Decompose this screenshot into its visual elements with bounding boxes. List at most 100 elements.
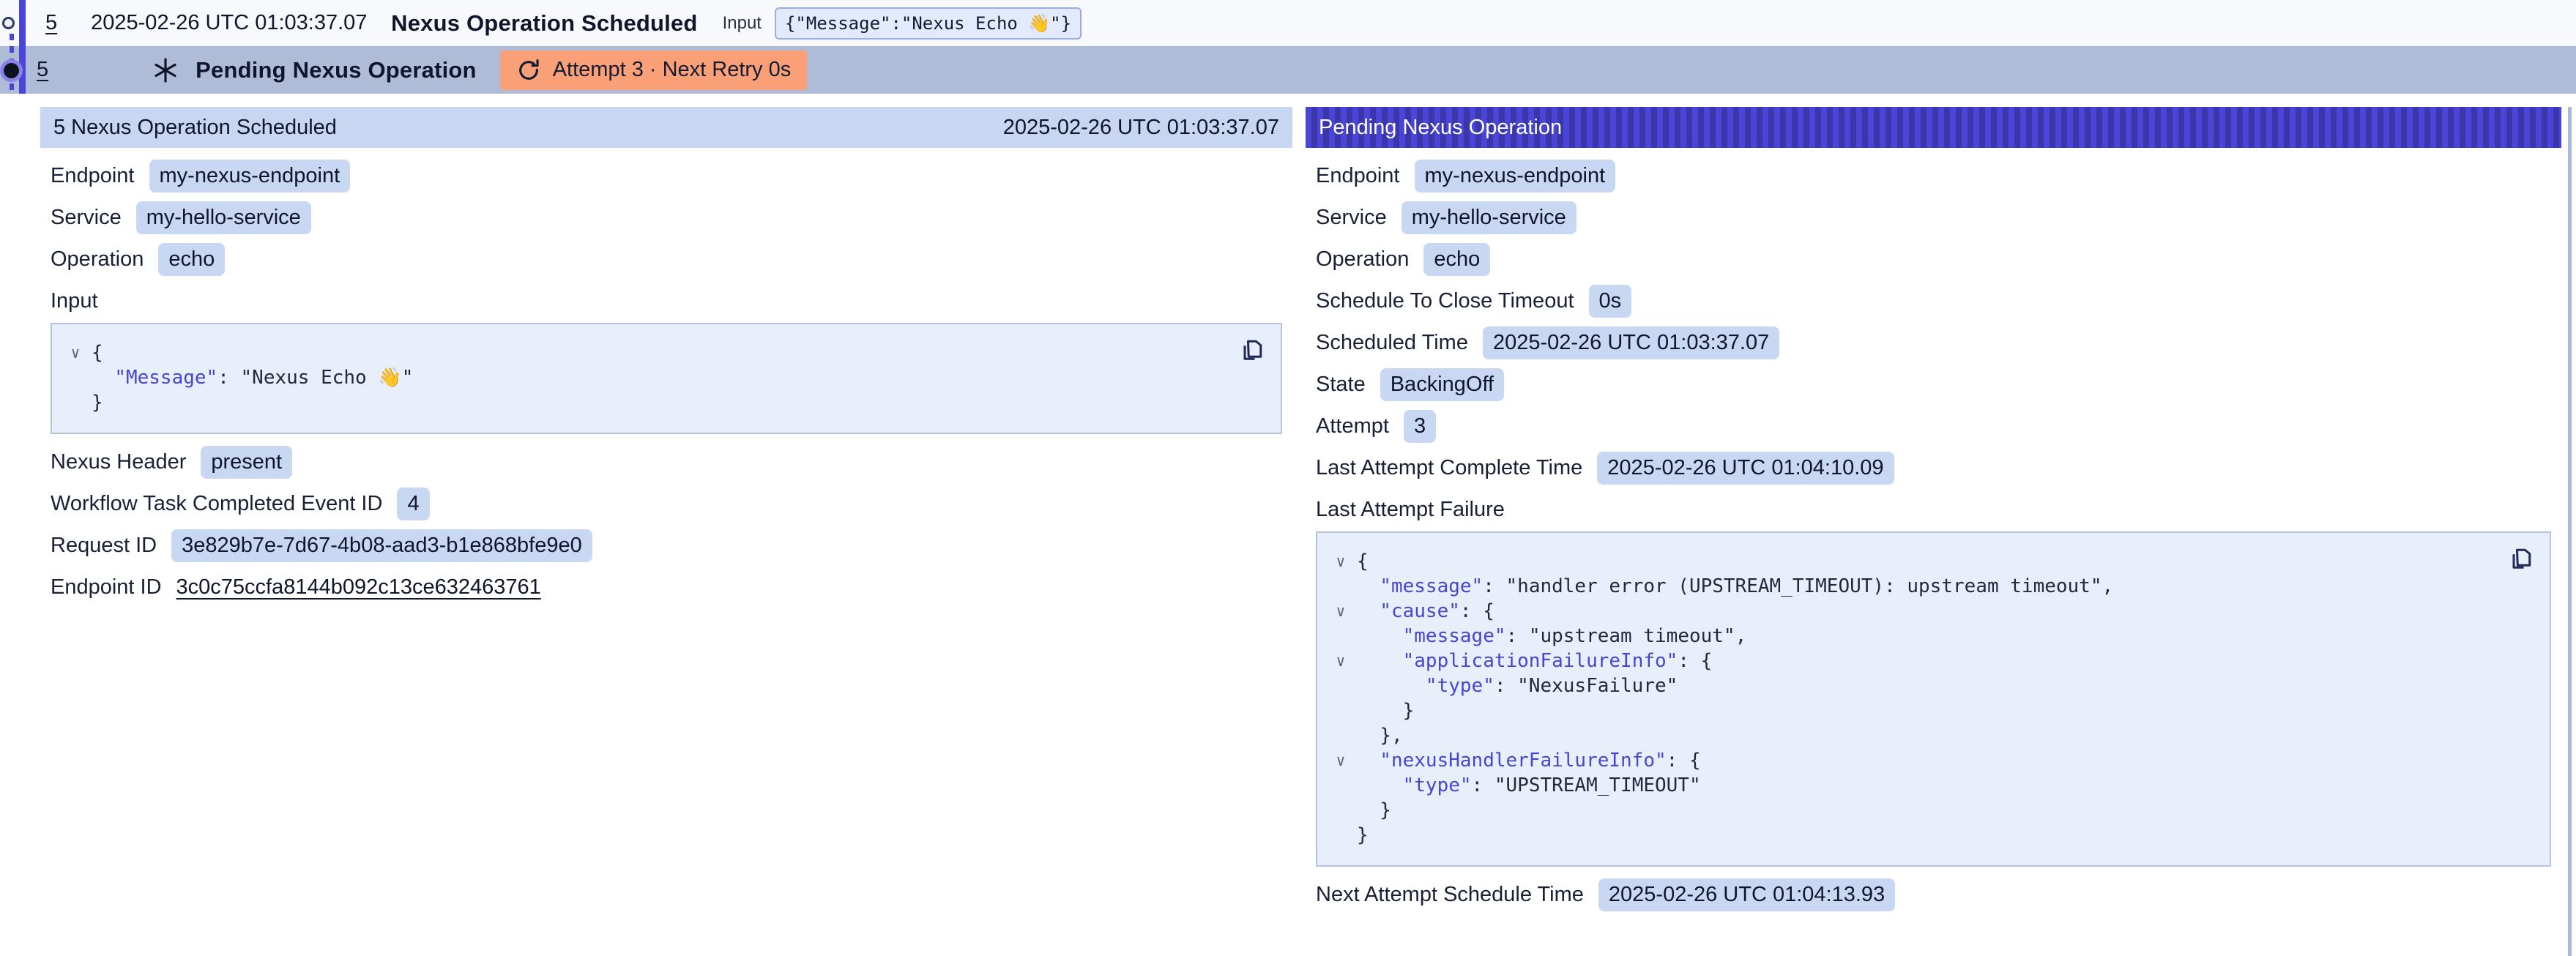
- code-line: }: [1325, 698, 2532, 723]
- collapse-chevron-icon[interactable]: ∨: [59, 340, 92, 365]
- json-text: [1357, 748, 1380, 773]
- copy-icon[interactable]: [2506, 545, 2535, 574]
- code-line: ∨{: [59, 340, 1263, 365]
- json-key: "type": [1426, 673, 1494, 698]
- code-gutter: [1325, 773, 1357, 798]
- scheduled-panel-header: 5 Nexus Operation Scheduled 2025-02-26 U…: [40, 107, 1292, 148]
- field-value-badge: my-hello-service: [1401, 201, 1577, 234]
- code-line: "type": "UPSTREAM_TIMEOUT": [1325, 773, 2532, 798]
- collapse-chevron-icon[interactable]: ∨: [1325, 599, 1357, 624]
- field-value-badge: 2025-02-26 UTC 01:04:10.09: [1597, 452, 1894, 485]
- field-label: Service: [51, 206, 122, 230]
- failure-json-viewer: ∨{ "message": "handler error (UPSTREAM_T…: [1316, 531, 2551, 867]
- field-value-badge: 4: [397, 488, 429, 520]
- field-value-badge: 2025-02-26 UTC 01:04:13.93: [1598, 878, 1895, 911]
- field-row-workflow-task-completed-event-id: Workflow Task Completed Event ID 4: [51, 488, 1282, 520]
- field-row-service: Servicemy-hello-service: [1316, 201, 2551, 234]
- code-line: "Message": "Nexus Echo 👋": [59, 365, 1263, 390]
- input-json-viewer: ∨{ "Message": "Nexus Echo 👋"}: [51, 323, 1282, 434]
- field-label: Attempt: [1316, 414, 1389, 438]
- json-key: "applicationFailureInfo": [1403, 649, 1678, 673]
- retry-icon: [516, 58, 541, 83]
- retry-badge-label: Attempt 3 · Next Retry 0s: [553, 58, 792, 82]
- field-label: Workflow Task Completed Event ID: [51, 492, 382, 516]
- scheduled-panel-body: Endpointmy-nexus-endpointServicemy-hello…: [40, 148, 1292, 603]
- field-row-request-id: Request ID3e829b7e-7d67-4b08-aad3-b1e868…: [51, 529, 1282, 561]
- event-id-link[interactable]: 5: [45, 11, 57, 35]
- json-text: : "upstream timeout",: [1506, 624, 1747, 649]
- event-row-pending[interactable]: 5 Pending Nexus Operation Attempt 3 · Ne…: [0, 46, 2576, 94]
- json-text: : {: [1460, 599, 1494, 624]
- copy-icon[interactable]: [1237, 336, 1266, 365]
- field-value-badge: 3: [1404, 410, 1436, 443]
- field-row-attempt: Attempt 3: [1316, 410, 2551, 442]
- json-text: {: [1357, 549, 1369, 574]
- code-line: ∨{: [1325, 549, 2532, 574]
- field-label: Schedule To Close Timeout: [1316, 289, 1574, 313]
- field-list: Nexus Headerpresent Workflow Task Complet…: [51, 446, 1282, 603]
- field-value-badge: 0s: [1589, 285, 1632, 318]
- json-text: [1357, 773, 1403, 798]
- code-gutter: [1325, 624, 1357, 649]
- json-text: : "Nexus Echo 👋": [217, 365, 413, 390]
- field-row-nexus-header: Nexus Headerpresent: [51, 446, 1282, 478]
- event-row-scheduled[interactable]: 5 2025-02-26 UTC 01:03:37.07 Nexus Opera…: [0, 0, 2576, 46]
- json-text: : "NexusFailure": [1494, 673, 1678, 698]
- code-line: "type": "NexusFailure": [1325, 673, 2532, 698]
- failure-section-label: Last Attempt Failure: [1316, 493, 2551, 526]
- code-line: },: [1325, 723, 2532, 748]
- field-row-endpoint: Endpointmy-nexus-endpoint: [1316, 160, 2551, 192]
- event-title: Nexus Operation Scheduled: [391, 10, 697, 37]
- field-label: Operation: [1316, 247, 1409, 272]
- code-line: "message": "handler error (UPSTREAM_TIME…: [1325, 574, 2532, 599]
- input-preview-badge: {"Message":"Nexus Echo 👋"}: [775, 7, 1082, 40]
- field-row-schedule-to-close-timeout: Schedule To Close Timeout 0s: [1316, 285, 2551, 317]
- input-label: Input: [723, 13, 762, 34]
- pending-asterisk-icon: [152, 56, 179, 84]
- field-list: Endpointmy-nexus-endpoint Servicemy-hello…: [1316, 160, 2551, 484]
- panel-title: 5 Nexus Operation Scheduled: [53, 116, 337, 140]
- pending-operation-panel: Pending Nexus Operation Endpointmy-nexus…: [1306, 107, 2561, 920]
- json-key: "Message": [114, 365, 217, 390]
- code-gutter: [1325, 723, 1357, 748]
- scheduled-event-panel: 5 Nexus Operation Scheduled 2025-02-26 U…: [40, 107, 1292, 613]
- field-label: Nexus Header: [51, 450, 186, 474]
- code-line: ∨ "applicationFailureInfo": {: [1325, 649, 2532, 673]
- field-row-operation: Operationecho: [51, 243, 1282, 275]
- field-label: Endpoint ID: [51, 575, 162, 600]
- field-label: Operation: [51, 247, 144, 272]
- timeline-active-bar: [19, 0, 26, 94]
- panel-timestamp: 2025-02-26 UTC 01:03:37.07: [1003, 116, 1279, 140]
- code-gutter: [59, 390, 92, 415]
- json-text: {: [92, 340, 103, 365]
- field-row-endpoint-id: Endpoint ID 3c0c75ccfa8144b092c13ce632463…: [51, 571, 1282, 603]
- field-row-last-attempt-complete-time: Last Attempt Complete Time2025-02-26 UTC…: [1316, 452, 2551, 484]
- collapse-chevron-icon[interactable]: ∨: [1325, 649, 1357, 673]
- input-section-label: Input: [51, 285, 1282, 317]
- field-row-next-attempt-schedule-time: Next Attempt Schedule Time 2025-02-26 UTC…: [1316, 878, 2551, 911]
- json-text: : {: [1667, 748, 1701, 773]
- collapse-chevron-icon[interactable]: ∨: [1325, 549, 1357, 574]
- field-row-scheduled-time: Scheduled Time2025-02-26 UTC 01:03:37.07: [1316, 326, 2551, 359]
- json-text: }: [1357, 823, 1369, 848]
- field-label: Next Attempt Schedule Time: [1316, 883, 1584, 907]
- timeline-node-open[interactable]: [2, 17, 15, 29]
- event-id-link[interactable]: 5: [37, 58, 48, 82]
- field-label: State: [1316, 373, 1366, 397]
- field-value-link[interactable]: 3c0c75ccfa8144b092c13ce632463761: [176, 575, 541, 600]
- json-text: : "handler error (UPSTREAM_TIMEOUT): ups…: [1483, 574, 2113, 599]
- code-line: "message": "upstream timeout",: [1325, 624, 2532, 649]
- json-key: "message": [1403, 624, 1506, 649]
- pending-panel-body: Endpointmy-nexus-endpoint Servicemy-hello…: [1306, 148, 2561, 911]
- code-line: ∨ "cause": {: [1325, 599, 2532, 624]
- json-text: [1357, 599, 1380, 624]
- event-timestamp: 2025-02-26 UTC 01:03:37.07: [91, 11, 391, 35]
- scrollbar-track[interactable]: [2568, 107, 2572, 956]
- code-line: }: [1325, 823, 2532, 848]
- field-row-endpoint: Endpointmy-nexus-endpoint: [51, 160, 1282, 192]
- code-line: }: [59, 390, 1263, 415]
- field-value-badge: 3e829b7e-7d67-4b08-aad3-b1e868bfe9e0: [171, 529, 592, 562]
- timeline-node-selected[interactable]: [4, 63, 19, 78]
- code-gutter: [1325, 698, 1357, 723]
- collapse-chevron-icon[interactable]: ∨: [1325, 748, 1357, 773]
